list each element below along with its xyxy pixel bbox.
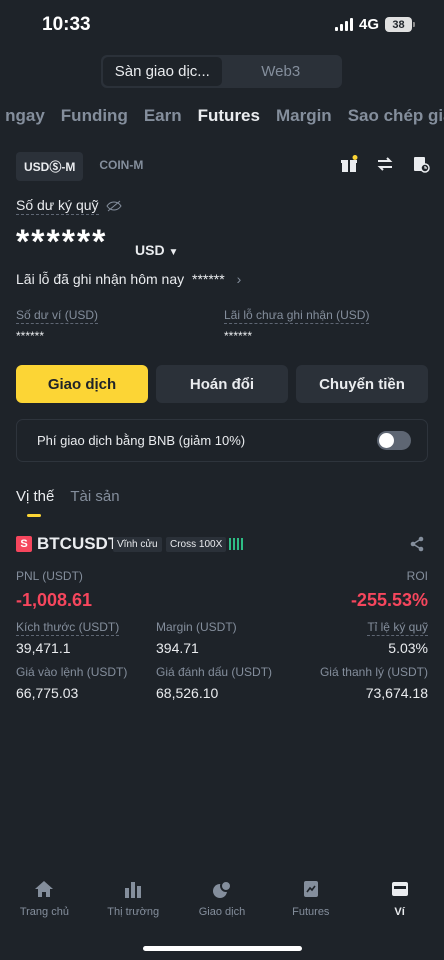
- caret-down-icon: ▼: [168, 247, 179, 258]
- liq-price-value: 73,674.18: [365, 685, 428, 701]
- nav-home-label: Trang chủ: [19, 906, 69, 918]
- tab-funding[interactable]: Funding: [61, 106, 128, 126]
- pnl-today-row[interactable]: Lãi lỗ đã ghi nhận hôm nay ****** ›: [16, 271, 241, 287]
- history-icon[interactable]: [412, 155, 430, 173]
- home-icon: [35, 881, 54, 897]
- status-indicators: 4G 38: [334, 16, 415, 33]
- tab-futures[interactable]: Futures: [198, 106, 260, 126]
- transfer-icon[interactable]: [376, 155, 394, 173]
- header-icons: [340, 155, 430, 173]
- exchange-web3-switch: Sàn giao dịc... Web3: [101, 55, 342, 88]
- bnb-fee-label: Phí giao dịch bằng BNB (giảm 10%): [37, 433, 246, 448]
- mark-price-value: 68,526.10: [156, 685, 219, 701]
- bnb-fee-row: Phí giao dịch bằng BNB (giảm 10%): [16, 419, 428, 462]
- chevron-right-icon: ›: [236, 271, 242, 287]
- signal-icon: [334, 18, 353, 31]
- bottom-nav: Trang chủ Thị trường Giao dịch Futures V…: [0, 880, 444, 930]
- wallet-icon: [391, 882, 408, 896]
- tab-positions[interactable]: Vị thế: [16, 488, 54, 505]
- nav-futures-label: Futures: [292, 906, 330, 918]
- trade-button[interactable]: Giao dịch: [16, 365, 148, 403]
- futures-type-toggle: USDⓈ-M COIN-M: [16, 152, 159, 181]
- unrealized-pnl-value: ******: [224, 329, 253, 343]
- home-indicator: [143, 946, 302, 951]
- segment-exchange[interactable]: Sàn giao dịc...: [103, 57, 222, 86]
- currency-selector[interactable]: USD ▼: [135, 242, 178, 258]
- subtab-usds-m[interactable]: USDⓈ-M: [16, 152, 84, 181]
- tab-earn[interactable]: Earn: [144, 106, 182, 126]
- nav-markets-label: Thị trường: [107, 906, 160, 918]
- position-symbol[interactable]: BTCUSDT: [37, 534, 118, 554]
- nav-futures[interactable]: Futures: [266, 880, 355, 930]
- active-tab-indicator: [27, 514, 41, 517]
- pnl-value: -1,008.61: [16, 590, 93, 610]
- margin-ratio-value: 5.03%: [388, 640, 428, 656]
- margin-balance-value: ******: [16, 223, 108, 261]
- currency-label: USD: [135, 242, 165, 258]
- pnl-label: PNL (USDT): [16, 569, 83, 583]
- futures-icon: [303, 881, 318, 897]
- entry-price-label: Giá vào lệnh (USDT): [16, 665, 128, 679]
- share-icon[interactable]: [409, 536, 425, 552]
- size-label: Kích thước (USDT): [16, 620, 120, 636]
- contract-type-tag: Vĩnh cửu: [113, 537, 162, 552]
- nav-trade-label: Giao dịch: [198, 906, 246, 918]
- convert-button[interactable]: Hoán đổi: [156, 365, 288, 403]
- pnl-today-label: Lãi lỗ đã ghi nhận hôm nay: [16, 271, 185, 287]
- roi-label: ROI: [406, 569, 428, 583]
- position-tabs: Vị thế Tài sản: [16, 488, 120, 505]
- nav-home[interactable]: Trang chủ: [0, 880, 89, 930]
- margin-label: Margin (USDT): [156, 620, 237, 634]
- markets-icon: [125, 882, 142, 898]
- account-tabs: o ngay Funding Earn Futures Margin Sao c…: [0, 106, 444, 126]
- margin-balance-label: Số dư ký quỹ: [16, 197, 123, 215]
- tab-buy-now[interactable]: o ngay: [0, 106, 45, 126]
- trade-icon: [212, 880, 232, 898]
- nav-wallet-label: Ví: [394, 906, 405, 918]
- network-label: 4G: [358, 16, 379, 33]
- entry-price-value: 66,775.03: [16, 685, 79, 701]
- short-badge: S: [16, 536, 32, 552]
- battery-level: 38: [392, 18, 405, 31]
- roi-value: -255.53%: [350, 590, 428, 610]
- margin-value: 394.71: [156, 640, 199, 656]
- gift-icon[interactable]: [340, 155, 358, 173]
- bnb-fee-toggle[interactable]: [377, 431, 411, 450]
- battery-icon: 38: [385, 17, 415, 32]
- pnl-today-value: ******: [192, 271, 225, 287]
- segment-web3[interactable]: Web3: [222, 57, 341, 86]
- liq-price-label: Giá thanh lý (USDT): [319, 665, 428, 679]
- nav-wallet[interactable]: Ví: [355, 880, 444, 930]
- mark-price-label: Giá đánh dấu (USDT): [156, 665, 273, 679]
- unrealized-pnl-label: Lãi lỗ chưa ghi nhận (USD): [224, 308, 370, 324]
- nav-trade[interactable]: Giao dịch: [178, 880, 267, 930]
- margin-mode-tag[interactable]: Cross 100X: [166, 537, 227, 552]
- size-value: 39,471.1: [16, 640, 71, 656]
- adl-indicator-icon: [229, 537, 243, 550]
- hide-balance-icon[interactable]: [106, 200, 123, 212]
- wallet-balance-value: ******: [16, 329, 45, 343]
- subtab-coin-m[interactable]: COIN-M: [91, 152, 151, 181]
- transfer-button[interactable]: Chuyển tiền: [296, 365, 428, 403]
- status-time: 10:33: [42, 14, 91, 35]
- tab-margin[interactable]: Margin: [276, 106, 332, 126]
- wallet-balance-label: Số dư ví (USD): [16, 308, 99, 324]
- margin-ratio-label: Tỉ lệ ký quỹ: [367, 620, 428, 636]
- tab-copy-trading[interactable]: Sao chép giao: [348, 106, 444, 126]
- nav-markets[interactable]: Thị trường: [89, 880, 178, 930]
- tab-assets[interactable]: Tài sản: [70, 488, 119, 505]
